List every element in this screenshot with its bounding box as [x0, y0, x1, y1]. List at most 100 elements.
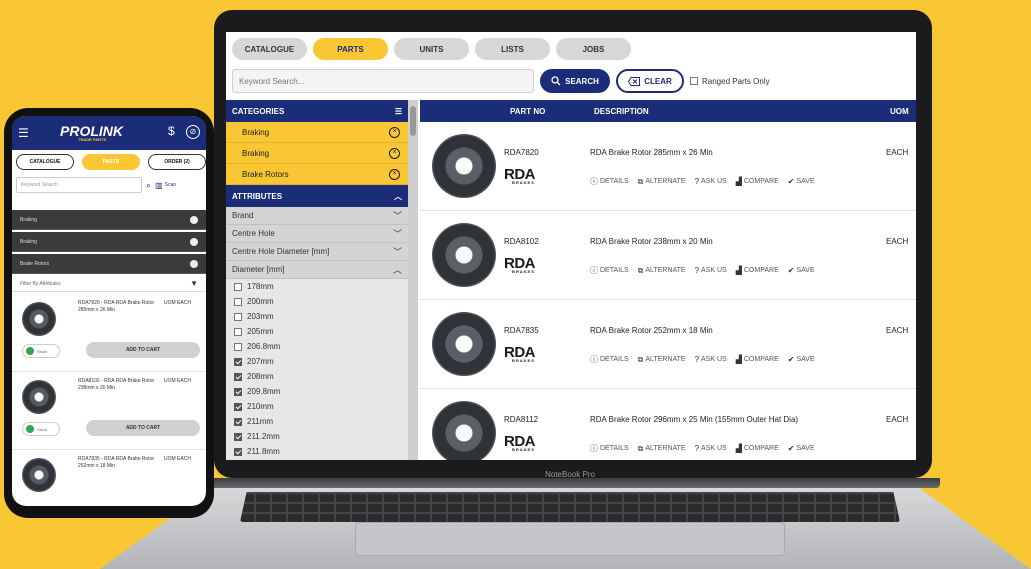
phone-list-item[interactable]: RDA8102 - RDA RDA Brake Rotor 238mm x 20…: [12, 372, 206, 450]
diameter-option[interactable]: 205mm: [226, 324, 408, 339]
part-number[interactable]: RDA7835: [504, 326, 539, 335]
result-row[interactable]: RDA7820 RDA BRAKES RDA Brake Rotor 285mm …: [420, 122, 916, 211]
phone-search-input[interactable]: Keyword Search: [16, 177, 142, 193]
remove-icon[interactable]: ×: [389, 126, 400, 138]
part-number[interactable]: RDA8112: [504, 415, 538, 424]
attribute-brand[interactable]: Brand ﹀: [226, 207, 408, 225]
alternate-action[interactable]: ⧉ ALTERNATE: [638, 443, 686, 454]
remove-icon[interactable]: [190, 215, 198, 224]
details-action[interactable]: ⓘ DETAILS: [590, 354, 629, 365]
brake-rotor-image[interactable]: [432, 312, 496, 376]
phone-list-item[interactable]: RDA7820 - RDA RDA Brake Rotor 285mm x 26…: [12, 294, 206, 372]
compare-action[interactable]: ▟ COMPARE: [736, 443, 779, 454]
diameter-option[interactable]: 211.2mm: [226, 429, 408, 444]
details-action[interactable]: ⓘ DETAILS: [590, 443, 629, 454]
brake-rotor-image[interactable]: [22, 458, 56, 492]
option-checkbox[interactable]: [234, 357, 242, 366]
clear-button[interactable]: CLEAR: [616, 69, 684, 93]
hamburger-menu-icon[interactable]: ☰: [18, 126, 29, 140]
phone-list-item[interactable]: RDA7835 - RDA RDA Brake Rotor 252mm x 18…: [12, 450, 206, 506]
add-to-cart-button[interactable]: ADD TO CART: [86, 420, 200, 436]
column-part-no[interactable]: PART NO: [510, 107, 545, 116]
save-action[interactable]: ✔ SAVE: [788, 176, 815, 187]
ask-us-action[interactable]: ? ASK US: [695, 265, 727, 276]
account-icon[interactable]: ⊘: [186, 125, 200, 139]
ask-us-action[interactable]: ? ASK US: [695, 443, 727, 454]
details-action[interactable]: ⓘ DETAILS: [590, 176, 629, 187]
category-item[interactable]: Braking ×: [226, 143, 408, 164]
diameter-option[interactable]: 178mm: [226, 279, 408, 294]
compare-action[interactable]: ▟ COMPARE: [736, 354, 779, 365]
save-action[interactable]: ✔ SAVE: [788, 443, 815, 454]
tab-units[interactable]: UNITS: [394, 38, 469, 60]
brake-rotor-image[interactable]: [432, 223, 496, 287]
phone-tab-order[interactable]: ORDER (2): [148, 154, 206, 170]
tab-parts[interactable]: PARTS: [313, 38, 388, 60]
phone-tab-parts[interactable]: PARTS: [82, 154, 140, 170]
diameter-option[interactable]: 206.8mm: [226, 339, 408, 354]
phone-category-item[interactable]: Braking: [12, 210, 206, 230]
diameter-option[interactable]: 210mm: [226, 399, 408, 414]
remove-icon[interactable]: ×: [389, 168, 400, 180]
search-button[interactable]: SEARCH: [540, 69, 610, 93]
alternate-action[interactable]: ⧉ ALTERNATE: [638, 176, 686, 187]
scan-button[interactable]: ▥ Scan: [155, 181, 176, 190]
part-number[interactable]: RDA7820: [504, 148, 539, 157]
save-action[interactable]: ✔ SAVE: [788, 265, 815, 276]
option-checkbox[interactable]: [234, 387, 242, 396]
alternate-action[interactable]: ⧉ ALTERNATE: [638, 265, 686, 276]
column-description[interactable]: DESCRIPTION: [594, 107, 649, 116]
option-checkbox[interactable]: [234, 432, 242, 441]
attributes-header[interactable]: ATTRIBUTES ︿: [226, 185, 408, 207]
sidebar-scrollbar[interactable]: [408, 100, 418, 460]
brake-rotor-image[interactable]: [22, 302, 56, 336]
option-checkbox[interactable]: [234, 297, 242, 306]
attribute-diameter[interactable]: Diameter [mm] ︿: [226, 261, 408, 279]
phone-category-item[interactable]: Braking: [12, 232, 206, 252]
option-checkbox[interactable]: [234, 327, 242, 336]
option-checkbox[interactable]: [234, 342, 242, 351]
option-checkbox[interactable]: [234, 447, 242, 456]
brake-rotor-image[interactable]: [432, 134, 496, 198]
category-item[interactable]: Braking ×: [226, 122, 408, 143]
diameter-option[interactable]: 207mm: [226, 354, 408, 369]
tab-jobs[interactable]: JOBS: [556, 38, 631, 60]
category-item[interactable]: Brake Rotors ×: [226, 164, 408, 185]
diameter-option[interactable]: 203mm: [226, 309, 408, 324]
brake-rotor-image[interactable]: [432, 401, 496, 460]
price-toggle-icon[interactable]: $: [168, 124, 175, 138]
option-checkbox[interactable]: [234, 402, 242, 411]
chevron-up-icon[interactable]: ︿: [394, 191, 402, 202]
remove-icon[interactable]: [190, 259, 198, 268]
menu-icon[interactable]: ☰: [395, 107, 402, 116]
column-uom[interactable]: UOM: [890, 107, 909, 116]
option-checkbox[interactable]: [234, 372, 242, 381]
ask-us-action[interactable]: ? ASK US: [695, 354, 727, 365]
phone-tab-catalogue[interactable]: CATALOGUE: [16, 154, 74, 170]
keyword-search-input[interactable]: [232, 69, 534, 93]
brake-rotor-image[interactable]: [22, 380, 56, 414]
result-row[interactable]: RDA7835 RDA BRAKES RDA Brake Rotor 252mm …: [420, 300, 916, 389]
diameter-option[interactable]: 200mm: [226, 294, 408, 309]
categories-header[interactable]: CATEGORIES ☰: [226, 100, 408, 122]
compare-action[interactable]: ▟ COMPARE: [736, 265, 779, 276]
remove-icon[interactable]: [190, 237, 198, 246]
add-to-cart-button[interactable]: ADD TO CART: [86, 342, 200, 358]
diameter-option[interactable]: 211.8mm: [226, 444, 408, 459]
ask-us-action[interactable]: ? ASK US: [695, 176, 727, 187]
attribute-centre-hole[interactable]: Centre Hole ﹀: [226, 225, 408, 243]
diameter-option[interactable]: 209.8mm: [226, 384, 408, 399]
phone-category-item[interactable]: Brake Rotors: [12, 254, 206, 274]
search-icon[interactable]: ⌕: [146, 180, 151, 191]
filter-icon[interactable]: ▼: [190, 279, 198, 288]
option-checkbox[interactable]: [234, 282, 242, 291]
option-checkbox[interactable]: [234, 312, 242, 321]
diameter-option[interactable]: 211mm: [226, 414, 408, 429]
tab-lists[interactable]: LISTS: [475, 38, 550, 60]
option-checkbox[interactable]: [234, 417, 242, 426]
scrollbar-thumb[interactable]: [410, 106, 416, 136]
result-row[interactable]: RDA8112 RDA BRAKES RDA Brake Rotor 296mm …: [420, 389, 916, 460]
prolink-logo[interactable]: PROLINK TRADE PARTS: [60, 123, 123, 142]
compare-action[interactable]: ▟ COMPARE: [736, 176, 779, 187]
attribute-centre-hole-diameter[interactable]: Centre Hole Diameter [mm] ﹀: [226, 243, 408, 261]
